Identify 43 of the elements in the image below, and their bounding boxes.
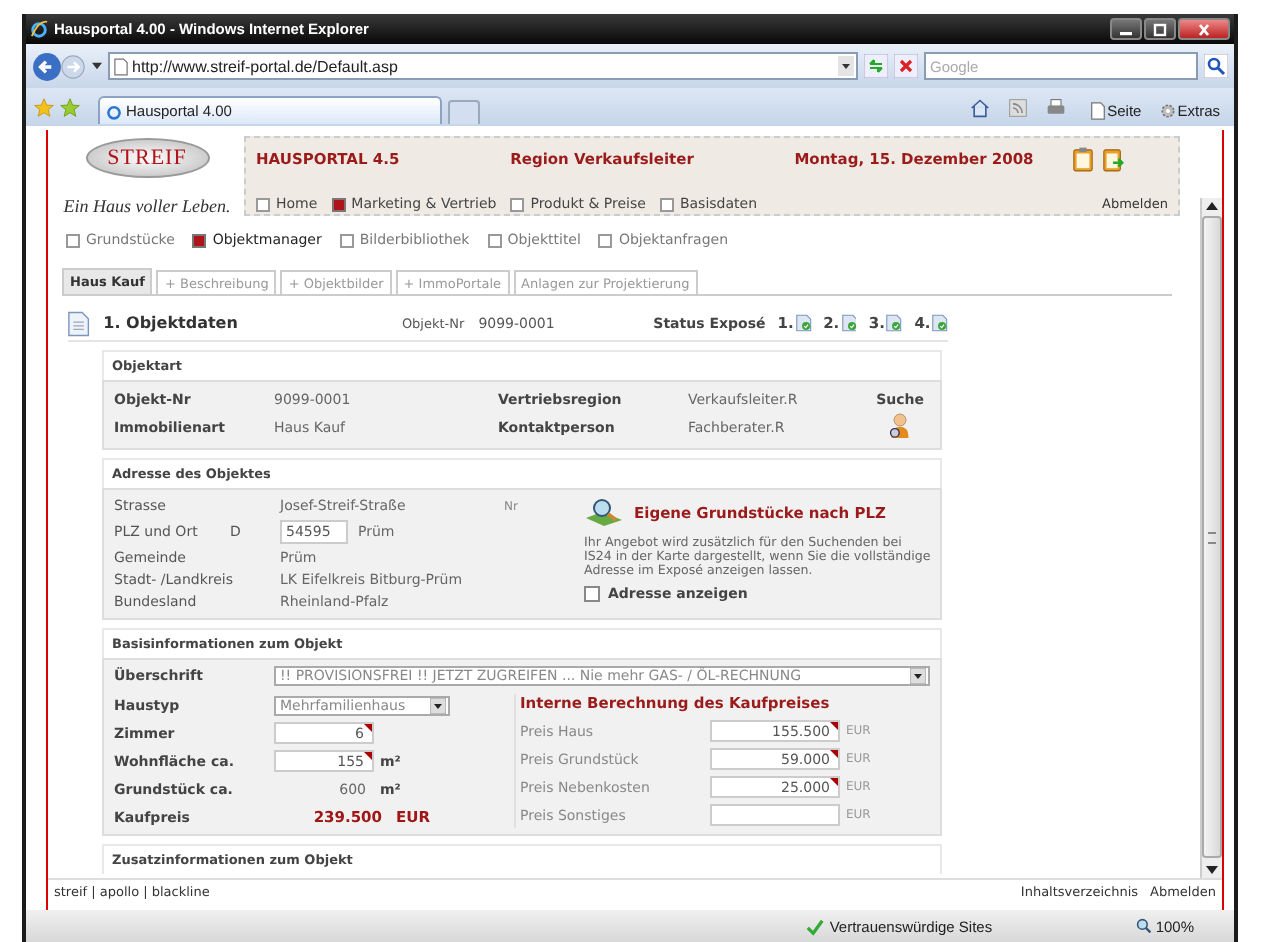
star-icon[interactable] <box>34 98 54 118</box>
back-icon[interactable] <box>32 51 62 81</box>
add-favorite-icon[interactable] <box>60 98 80 118</box>
clipboard-icon[interactable] <box>1072 145 1094 171</box>
scrollbar[interactable] <box>1200 198 1222 878</box>
company-logo: STREIF <box>85 138 209 178</box>
document-icon <box>68 309 90 337</box>
dropdown-icon <box>910 668 926 684</box>
page-icon <box>114 57 128 75</box>
search-icon[interactable] <box>1204 54 1228 78</box>
page-icon <box>1089 102 1106 120</box>
clipboard-export-icon[interactable] <box>1102 145 1124 171</box>
browser-logo-icon <box>106 103 122 119</box>
document-check-icon[interactable] <box>841 314 857 332</box>
checkmark-icon <box>805 917 824 935</box>
document-check-icon[interactable] <box>932 314 948 332</box>
refresh-icon[interactable] <box>864 54 888 78</box>
caret-icon[interactable] <box>92 62 102 70</box>
close-button[interactable] <box>1178 18 1230 40</box>
magnifier-map-icon <box>584 498 624 526</box>
home-icon[interactable] <box>969 98 990 118</box>
maximize-icon <box>1150 21 1170 37</box>
feed-icon[interactable] <box>1007 98 1028 118</box>
stop-icon[interactable] <box>894 54 918 78</box>
document-check-icon[interactable] <box>886 314 903 332</box>
price-field[interactable] <box>710 804 840 826</box>
scroll-down-icon[interactable] <box>1204 864 1220 876</box>
document-check-icon[interactable] <box>795 314 812 332</box>
browser-logo-icon <box>30 20 48 38</box>
dropdown-icon <box>430 697 446 713</box>
checkbox[interactable] <box>584 585 600 602</box>
maximize-button[interactable] <box>1144 18 1176 40</box>
print-icon[interactable] <box>1045 98 1066 118</box>
address-field[interactable]: http://www.streif-portal.de/Default.asp <box>108 52 858 80</box>
gear-icon <box>1159 102 1176 120</box>
minimize-button[interactable] <box>1110 18 1142 40</box>
slogan: Ein Haus voller Leben. <box>63 196 231 216</box>
zoom-icon <box>1135 918 1152 934</box>
section-title: 1. Objektdaten <box>103 314 240 332</box>
dropdown-icon[interactable] <box>838 56 854 76</box>
person-search-icon[interactable] <box>888 412 913 440</box>
close-icon <box>1194 21 1214 37</box>
scroll-up-icon[interactable] <box>1204 200 1220 212</box>
